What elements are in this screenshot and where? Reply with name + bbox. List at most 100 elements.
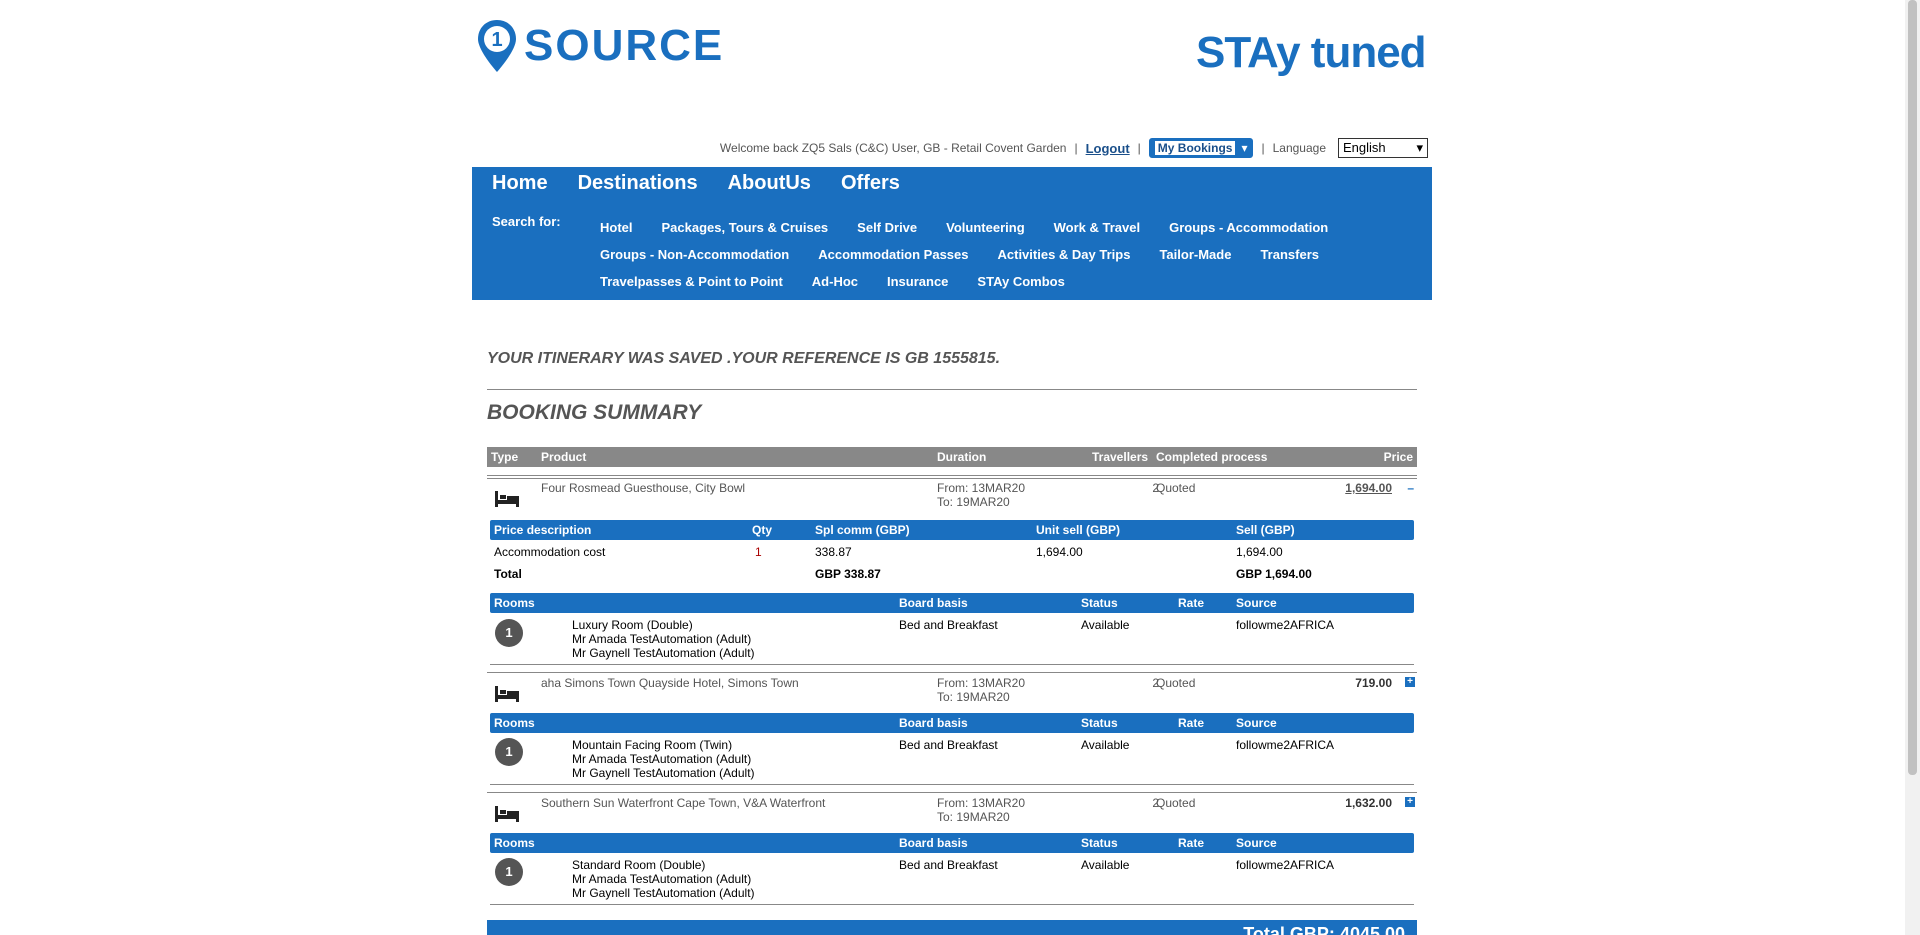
room-name: Standard Room (Double) [572, 858, 706, 872]
separator: | [1137, 141, 1141, 155]
bed-icon [495, 686, 519, 702]
search-link-groups-non-accommodation[interactable]: Groups - Non-Accommodation [600, 241, 789, 268]
expand-plus-icon[interactable]: + [1405, 797, 1415, 807]
search-link-insurance[interactable]: Insurance [887, 268, 948, 295]
room-source: followme2AFRICA [1236, 738, 1335, 752]
room-board: Bed and Breakfast [899, 738, 998, 752]
rooms-table-header: Rooms Board basis Status Rate Source [490, 593, 1414, 613]
duration: From: 13MAR20 To: 19MAR20 [937, 676, 1025, 704]
my-bookings-label: My Bookings [1154, 141, 1236, 155]
rooms-col-board: Board basis [899, 836, 968, 850]
search-link-tailor-made[interactable]: Tailor-Made [1159, 241, 1231, 268]
vertical-scrollbar[interactable] [1905, 0, 1920, 935]
rooms-col-source: Source [1236, 596, 1277, 610]
room-name: Mountain Facing Room (Twin) [572, 738, 733, 752]
rooms-col-rate: Rate [1178, 596, 1205, 610]
room-source: followme2AFRICA [1236, 858, 1335, 872]
search-link-hotel[interactable]: Hotel [600, 214, 633, 241]
col-product: Product [541, 450, 587, 464]
total-spl: GBP 338.87 [815, 567, 881, 581]
search-link-transfers[interactable]: Transfers [1260, 241, 1319, 268]
divider [490, 664, 1414, 665]
booking-item: aha Simons Town Quayside Hotel, Simons T… [487, 670, 1417, 785]
room-number-badge: 1 [495, 858, 523, 886]
nav-aboutus[interactable]: AboutUs [728, 172, 811, 195]
rooms-col-status: Status [1081, 836, 1118, 850]
language-value: English [1343, 140, 1386, 155]
completed-status: Quoted [1156, 676, 1196, 690]
rooms-col-board: Board basis [899, 596, 968, 610]
search-link-groups-accommodation[interactable]: Groups - Accommodation [1169, 214, 1328, 241]
nav-offers[interactable]: Offers [841, 172, 900, 195]
price-col-qty: Qty [752, 523, 773, 537]
price-desc: Accommodation cost [494, 545, 606, 559]
duration-from: From: 13MAR20 [937, 481, 1026, 495]
separator: | [1074, 141, 1078, 155]
guest-name: Mr Amada TestAutomation (Adult) [572, 872, 752, 886]
rooms-table-header: Rooms Board basis Status Rate Source [490, 713, 1414, 733]
search-link-travelpasses[interactable]: Travelpasses & Point to Point [600, 268, 783, 295]
language-label: Language [1272, 141, 1326, 155]
room-name: Luxury Room (Double) [572, 618, 693, 632]
booking-summary-title: BOOKING SUMMARY [487, 401, 702, 424]
search-link-accommodation-passes[interactable]: Accommodation Passes [818, 241, 968, 268]
price-col-spl: Spl comm (GBP) [815, 523, 910, 537]
room-number-badge: 1 [495, 619, 523, 647]
search-link-ad-hoc[interactable]: Ad-Hoc [812, 268, 858, 295]
duration-to: To: 19MAR20 [937, 810, 1010, 824]
rooms-col-rate: Rate [1178, 836, 1205, 850]
duration-to: To: 19MAR20 [937, 690, 1010, 704]
welcome-text: Welcome back ZQ5 Sals (C&C) User, GB - R… [719, 141, 1067, 155]
price-col-unit: Unit sell (GBP) [1036, 523, 1121, 537]
nav-home[interactable]: Home [492, 172, 548, 195]
logout-link[interactable]: Logout [1086, 141, 1130, 156]
search-link-volunteering[interactable]: Volunteering [946, 214, 1024, 241]
search-for-label: Search for: [492, 214, 561, 229]
page: 1 SOURCE STAy tuned Welcome back ZQ5 Sal… [0, 0, 1905, 935]
search-link-stay-combos[interactable]: STAy Combos [977, 268, 1064, 295]
logo-text: SOURCE [524, 21, 725, 70]
language-select[interactable]: English ▾ [1338, 138, 1428, 158]
room-number-badge: 1 [495, 738, 523, 766]
room-status: Available [1081, 738, 1130, 752]
price-table-header: Price description Qty Spl comm (GBP) Uni… [490, 520, 1414, 540]
search-link-packages[interactable]: Packages, Tours & Cruises [662, 214, 829, 241]
itinerary-saved-message: YOUR ITINERARY WAS SAVED .YOUR REFERENCE… [487, 350, 1001, 367]
source-logo[interactable]: 1 SOURCE [476, 18, 724, 74]
expand-plus-icon[interactable]: + [1405, 677, 1415, 687]
search-link-self-drive[interactable]: Self Drive [857, 214, 917, 241]
duration-from: From: 13MAR20 [937, 676, 1026, 690]
caret-down-icon: ▾ [1241, 141, 1248, 155]
search-link-work-travel[interactable]: Work & Travel [1054, 214, 1140, 241]
price-col-desc: Price description [494, 523, 592, 537]
rooms-col-rooms: Rooms [494, 836, 535, 850]
bed-icon [495, 491, 519, 507]
guest-name: Mr Gaynell TestAutomation (Adult) [572, 886, 755, 900]
svg-text:1: 1 [491, 29, 502, 51]
grand-total: Total GBP: 4045.00 [1243, 924, 1405, 935]
col-completed: Completed process [1156, 450, 1268, 464]
row-border [487, 790, 1417, 793]
collapse-toggle[interactable]: – [1407, 481, 1414, 495]
scrollbar-thumb[interactable] [1908, 0, 1917, 775]
room-source: followme2AFRICA [1236, 618, 1335, 632]
product-name: Southern Sun Waterfront Cape Town, V&A W… [541, 796, 826, 810]
booking-item: Southern Sun Waterfront Cape Town, V&A W… [487, 790, 1417, 905]
price-link[interactable]: 1,694.00 [1345, 481, 1392, 495]
rooms-col-rate: Rate [1178, 716, 1205, 730]
guest-name: Mr Amada TestAutomation (Adult) [572, 752, 752, 766]
location-pin-icon: 1 [478, 20, 516, 72]
stay-tuned-logo: STAy tuned [1196, 28, 1427, 77]
total-footer-band: Total GBP: 4045.00 [487, 920, 1417, 935]
row-border [487, 475, 1417, 479]
rooms-col-source: Source [1236, 836, 1277, 850]
price-col-sell: Sell (GBP) [1236, 523, 1295, 537]
nav-destinations[interactable]: Destinations [578, 172, 698, 195]
my-bookings-dropdown[interactable]: My Bookings ▾ [1148, 138, 1254, 158]
room-board: Bed and Breakfast [899, 858, 998, 872]
total-sell: GBP 1,694.00 [1236, 567, 1312, 581]
user-bar: Welcome back ZQ5 Sals (C&C) User, GB - R… [700, 136, 1428, 160]
room-board: Bed and Breakfast [899, 618, 998, 632]
main-navbar: Home Destinations AboutUs Offers Search … [472, 167, 1432, 300]
search-link-activities[interactable]: Activities & Day Trips [998, 241, 1131, 268]
